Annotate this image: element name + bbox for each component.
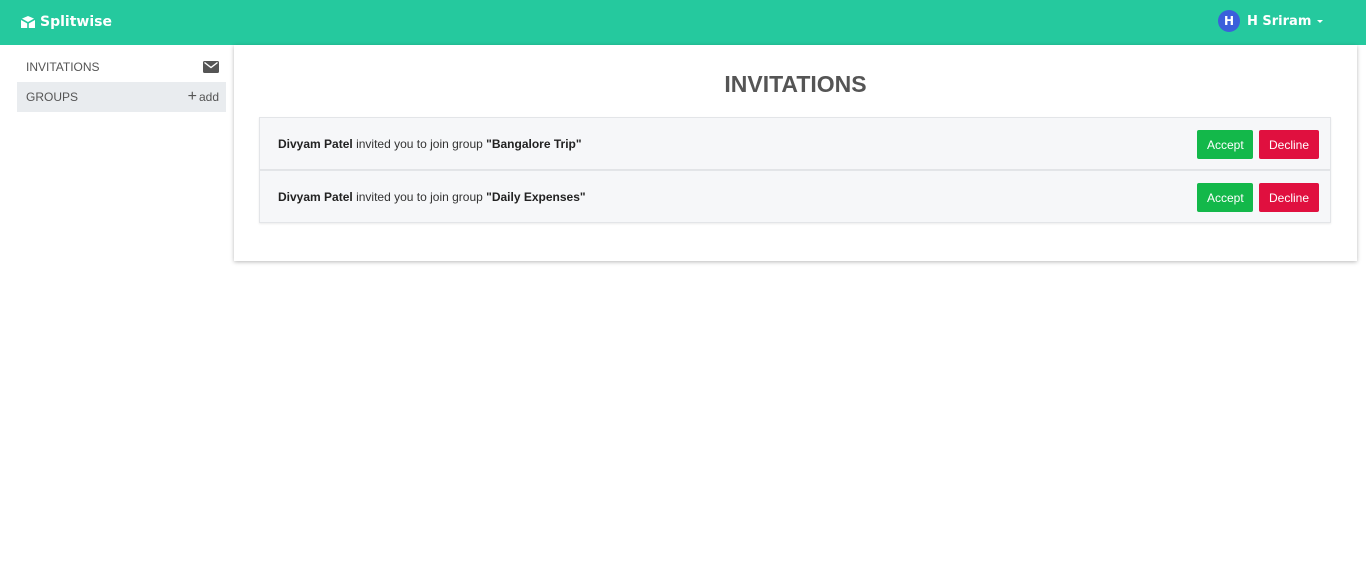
invitation-message: invited you to join group xyxy=(356,189,483,204)
accept-button[interactable]: Accept xyxy=(1197,130,1253,159)
inviter-name: Divyam Patel xyxy=(278,189,353,204)
sidebar-item-label: GROUPS xyxy=(26,90,79,104)
invitation-message: invited you to join group xyxy=(356,136,483,151)
decline-button[interactable]: Decline xyxy=(1259,130,1319,159)
envelope-icon xyxy=(203,61,219,73)
sidebar-item-groups[interactable]: GROUPS + add xyxy=(17,82,226,112)
invitation-item: Divyam Patel invited you to join group "… xyxy=(259,170,1331,223)
invitation-text: Divyam Patel invited you to join group "… xyxy=(278,137,582,151)
avatar: H xyxy=(1218,10,1240,32)
inviter-name: Divyam Patel xyxy=(278,136,353,151)
top-navbar: Splitwise H H Sriram xyxy=(0,0,1366,45)
sidebar-item-label: INVITATIONS xyxy=(26,60,100,74)
invitation-text: Divyam Patel invited you to join group "… xyxy=(278,190,586,204)
splitwise-logo-icon xyxy=(20,15,36,28)
group-name: "Daily Expenses" xyxy=(486,189,586,204)
add-label: add xyxy=(198,90,219,104)
brand-logo[interactable]: Splitwise xyxy=(20,13,112,31)
add-group-button[interactable]: + add xyxy=(187,87,219,105)
page-title: INVITATIONS xyxy=(724,71,867,97)
accept-button[interactable]: Accept xyxy=(1197,183,1253,212)
sidebar-item-invitations[interactable]: INVITATIONS xyxy=(17,52,226,82)
group-name: "Bangalore Trip" xyxy=(486,136,582,151)
plus-icon: + xyxy=(187,87,197,105)
brand-name: Splitwise xyxy=(40,14,112,30)
invitation-item: Divyam Patel invited you to join group "… xyxy=(259,117,1331,170)
sidebar: INVITATIONS GROUPS + add xyxy=(17,52,226,112)
caret-down-icon xyxy=(1317,19,1324,23)
invitations-panel: INVITATIONS Divyam Patel invited you to … xyxy=(234,45,1357,261)
user-menu[interactable]: H H Sriram xyxy=(1218,10,1324,32)
decline-button[interactable]: Decline xyxy=(1259,183,1319,212)
user-name: H Sriram xyxy=(1247,13,1312,29)
